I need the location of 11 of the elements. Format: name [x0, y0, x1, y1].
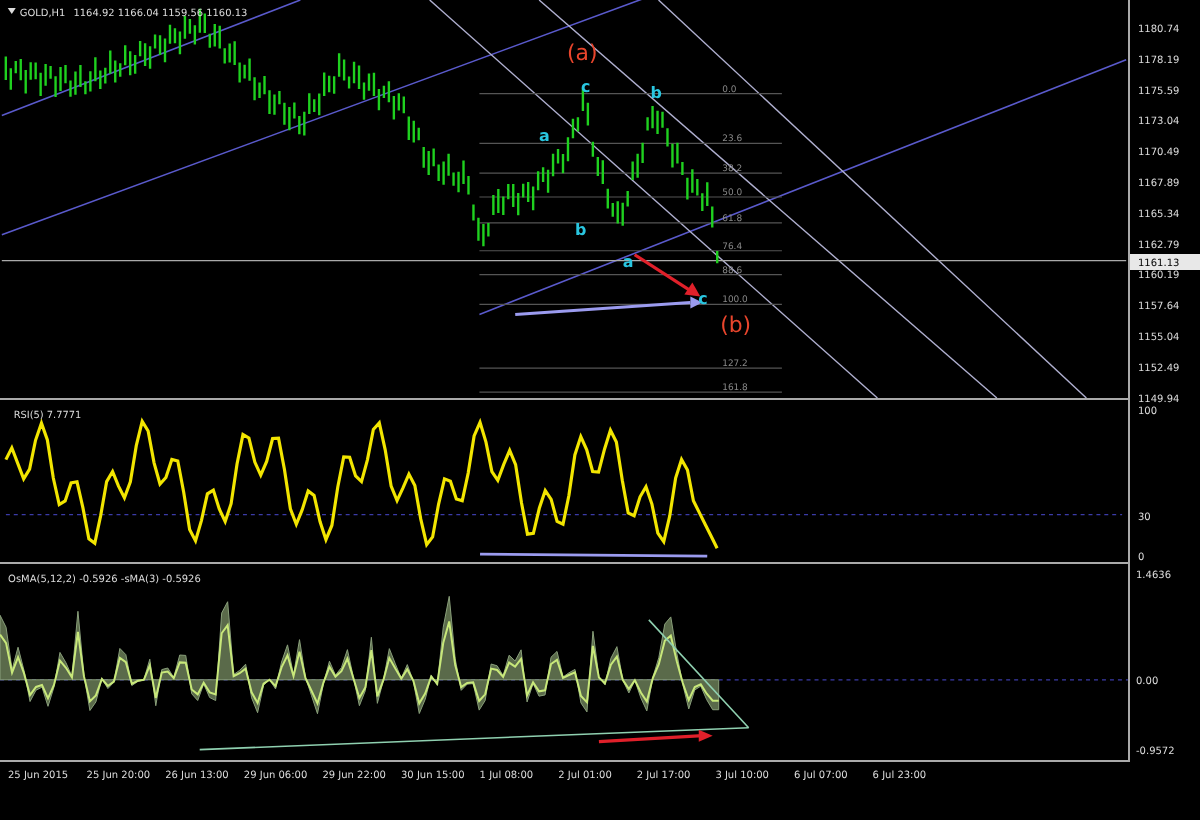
- dropdown-arrow-icon[interactable]: [7, 7, 16, 14]
- wave-label: (b): [720, 312, 752, 339]
- current-price-marker: [1130, 254, 1200, 270]
- wave-label: a: [539, 127, 550, 146]
- annotation-arrow: [633, 253, 701, 297]
- annotation-arrow: [598, 729, 713, 744]
- wave-label: b: [574, 220, 587, 239]
- wave-label: c: [580, 77, 591, 96]
- wave-label: c: [698, 290, 708, 309]
- wave-label: b: [650, 83, 662, 102]
- wave-label: (a): [567, 39, 598, 66]
